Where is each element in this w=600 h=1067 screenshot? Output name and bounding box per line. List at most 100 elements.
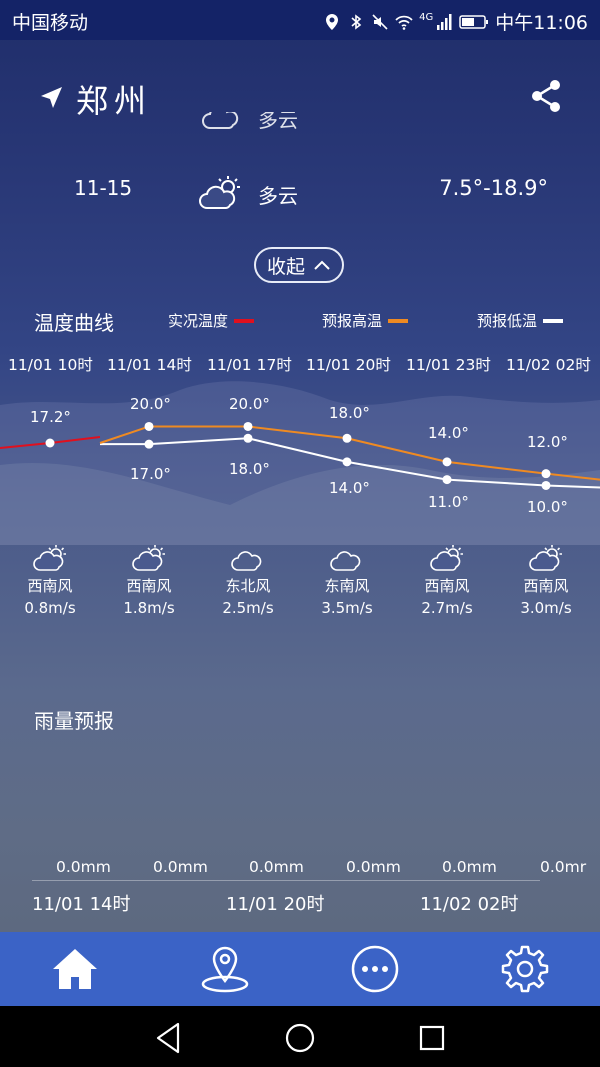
battery-icon	[459, 14, 489, 29]
low-temp-label: 14.0°	[329, 479, 370, 497]
chart-time-label: 11/02 02时	[506, 356, 591, 374]
temperature-curve-title: 温度曲线	[34, 311, 114, 335]
daily-row-partial: 多云	[0, 112, 600, 134]
wind-direction: 东北风	[225, 577, 271, 595]
wind-direction: 西南风	[27, 577, 73, 595]
low-temp-point	[144, 439, 154, 449]
wind-direction: 西南风	[126, 577, 172, 595]
wind-column: 西南风 0.8m/s	[0, 544, 100, 619]
more-icon	[351, 945, 399, 993]
rain-value: 0.0mm	[249, 858, 304, 876]
high-temp-label: 14.0°	[428, 424, 469, 442]
wind-speed: 3.0m/s	[520, 599, 572, 617]
cloud-icon	[202, 112, 239, 129]
clock: 中午11:06	[495, 12, 588, 34]
legend-observed: 实况温度	[168, 310, 255, 331]
partly-cloudy-icon	[132, 545, 165, 571]
rain-axis-line	[32, 880, 540, 881]
low-temp-point	[442, 475, 452, 485]
map-pin-icon	[201, 946, 249, 993]
collapse-label: 收起	[266, 255, 305, 278]
chart-time-label: 11/01 17时	[207, 356, 292, 374]
low-temp-label: 10.0°	[527, 498, 568, 516]
cloudy-icon	[330, 551, 361, 571]
high-temp-point	[243, 421, 253, 431]
cloudy-icon	[231, 551, 262, 571]
wind-column: 东南风 3.5m/s	[297, 544, 397, 619]
high-temp-point	[342, 433, 352, 443]
low-temp-point	[342, 457, 352, 467]
temperature-chart	[0, 381, 600, 545]
rain-value: 0.0mm	[346, 858, 401, 876]
network-type: 4G	[419, 12, 434, 23]
low-temp-label: 11.0°	[428, 493, 469, 511]
share-icon[interactable]	[528, 78, 564, 114]
chart-time-label: 11/01 20时	[306, 356, 391, 374]
daily-date: 11-15	[74, 176, 133, 200]
partly-cloudy-icon	[430, 545, 463, 571]
wind-speed: 2.5m/s	[222, 599, 274, 617]
chevron-up-icon	[314, 260, 330, 270]
high-temp-label: 12.0°	[527, 433, 568, 451]
wind-direction: 西南风	[424, 577, 470, 595]
low-temp-label: 17.0°	[130, 465, 171, 483]
weather-app: 中国移动 4G 中午11:06 郑州 多云 11-15 多云 7.5°-18.9…	[0, 0, 600, 1067]
rain-forecast-title: 雨量预报	[34, 709, 114, 733]
chart-time-label: 11/01 14时	[107, 356, 192, 374]
wind-speed: 1.8m/s	[123, 599, 175, 617]
partly-cloudy-icon	[199, 176, 240, 209]
legend-label: 预报低温	[477, 312, 538, 330]
high-temp-label: 18.0°	[329, 404, 370, 422]
daily-temp-range: 7.5°-18.9°	[439, 176, 548, 200]
legend-forecast-high: 预报高温	[322, 310, 409, 331]
high-temp-label: 17.2°	[30, 408, 71, 426]
tab-location[interactable]	[198, 942, 252, 996]
mute-icon	[372, 13, 388, 30]
legend-forecast-low: 预报低温	[477, 310, 564, 331]
home-circle-icon[interactable]	[282, 1020, 318, 1056]
wind-column: 西南风 2.7m/s	[397, 544, 497, 619]
tab-more[interactable]	[348, 942, 402, 996]
chart-time-label: 11/01 23时	[406, 356, 491, 374]
recents-icon[interactable]	[414, 1020, 450, 1056]
rain-value: 0.0mr	[540, 858, 587, 876]
collapse-button[interactable]: 收起	[254, 247, 344, 283]
wind-column: 西南风 1.8m/s	[99, 544, 199, 619]
wind-speed: 0.8m/s	[24, 599, 76, 617]
low-temp-label: 18.0°	[229, 460, 270, 478]
legend-swatch	[543, 318, 564, 323]
daily-row[interactable]: 11-15 多云 7.5°-18.9°	[0, 168, 600, 218]
high-temp-point	[541, 469, 551, 479]
partly-cloudy-icon	[33, 545, 66, 571]
rain-time-label: 11/02 02时	[420, 894, 519, 915]
daily-partial-condition: 多云	[258, 112, 298, 132]
rain-time-label: 11/01 14时	[32, 894, 131, 915]
back-icon[interactable]	[150, 1020, 186, 1056]
status-bar: 中国移动 4G 中午11:06	[0, 0, 600, 40]
rain-value: 0.0mm	[442, 858, 497, 876]
low-temp-point	[541, 480, 551, 490]
location-arrow-icon[interactable]	[38, 84, 66, 112]
status-icons: 4G 中午11:06	[323, 8, 588, 35]
partly-cloudy-icon	[529, 545, 562, 571]
gear-icon	[501, 945, 549, 993]
wind-speed: 2.7m/s	[421, 599, 473, 617]
wind-column: 东北风 2.5m/s	[198, 544, 298, 619]
legend-label: 预报高温	[322, 312, 383, 330]
wind-direction: 东南风	[324, 577, 370, 595]
signal-icon	[437, 13, 452, 30]
legend-swatch	[388, 318, 409, 323]
high-temp-point	[144, 421, 154, 431]
tab-home[interactable]	[48, 942, 102, 996]
legend-label: 实况温度	[168, 312, 229, 330]
chart-time-label: 11/01 10时	[8, 356, 93, 374]
bottom-tab-bar	[0, 932, 600, 1006]
rain-value: 0.0mm	[56, 858, 111, 876]
high-temp-point	[442, 457, 452, 467]
wifi-icon	[395, 15, 413, 30]
tab-settings[interactable]	[498, 942, 552, 996]
bluetooth-icon	[351, 13, 362, 30]
high-temp-point	[45, 438, 55, 448]
daily-condition: 多云	[258, 184, 298, 208]
carrier-name: 中国移动	[12, 12, 89, 34]
